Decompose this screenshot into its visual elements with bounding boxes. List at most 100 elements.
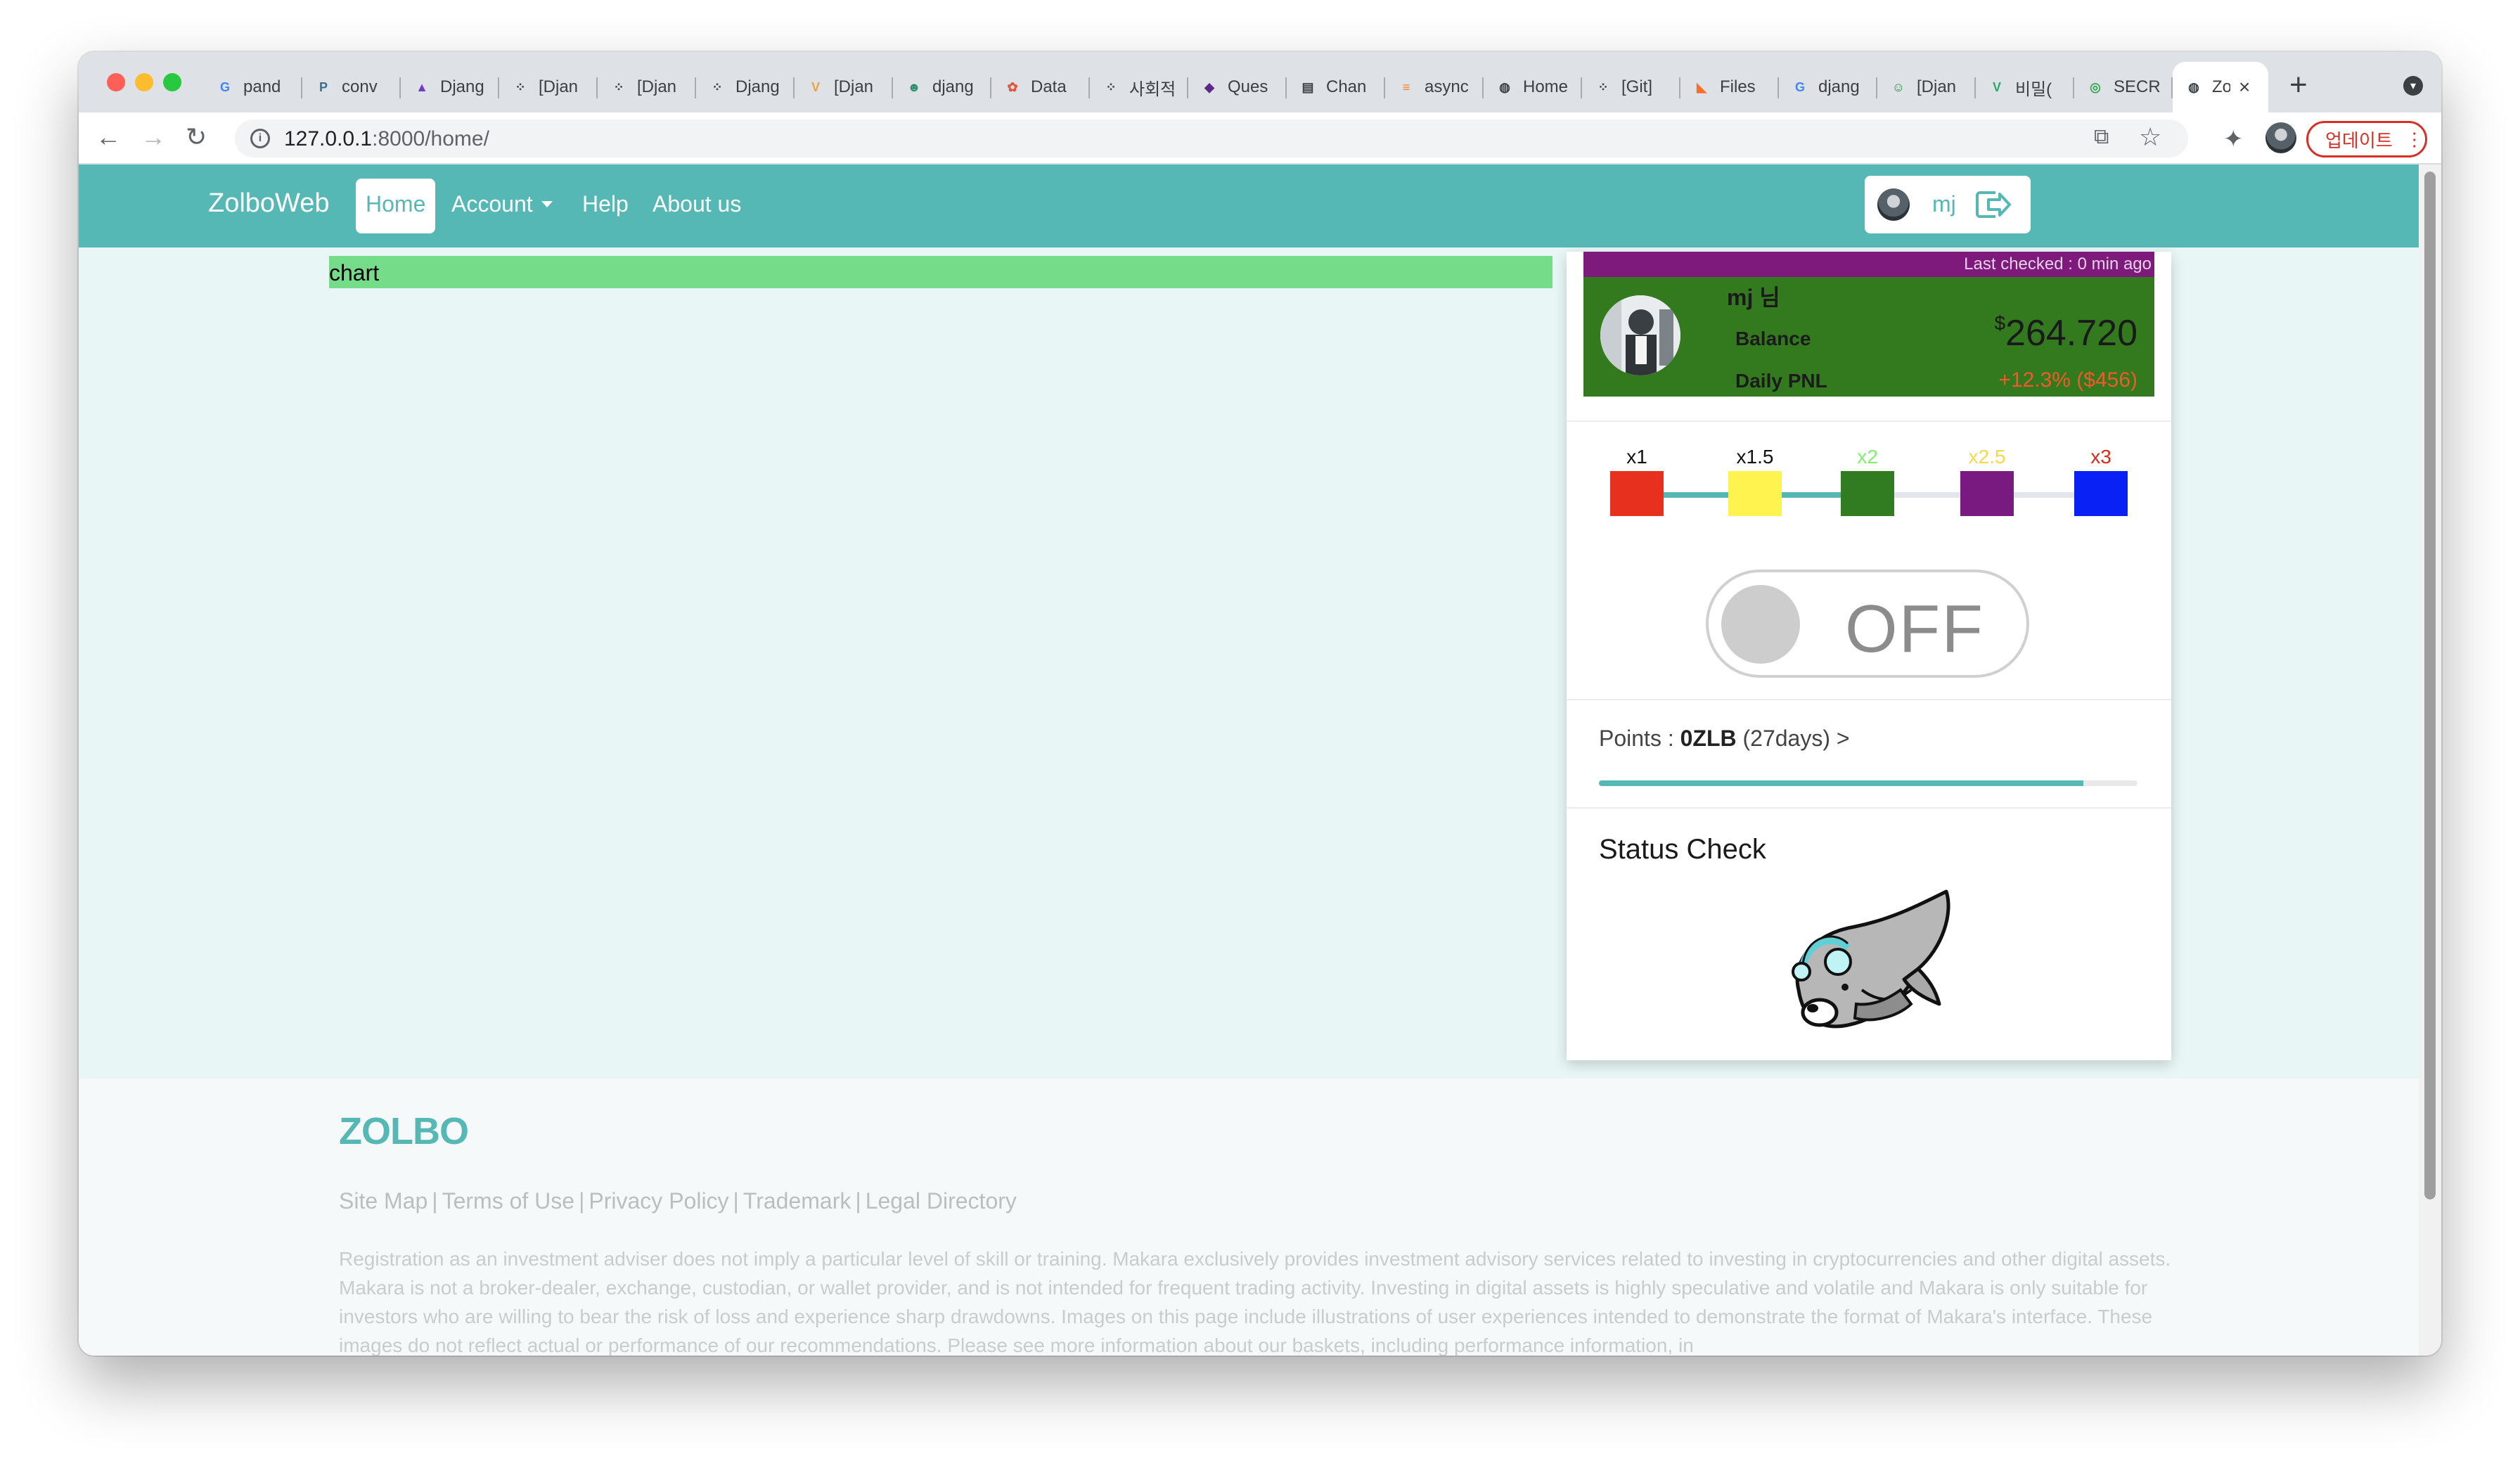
browser-tab[interactable]: ◍ Home (1484, 62, 1582, 112)
leverage-label: x2 (1857, 446, 1878, 468)
minimize-window-button[interactable] (135, 73, 153, 91)
bot-toggle[interactable]: OFF (1706, 569, 2029, 678)
user-name: mj (1932, 191, 1956, 217)
tab-title: djang (932, 77, 974, 96)
browser-tab[interactable]: ⁘ 사회적 (1090, 62, 1188, 112)
browser-tab[interactable]: ◆ Ques (1188, 62, 1287, 112)
toggle-label: OFF (1845, 591, 1984, 667)
google-icon: G (1794, 79, 1805, 94)
browser-tab[interactable]: Gdjang (1779, 62, 1877, 112)
tab-title: [Djan (637, 77, 677, 96)
address-bar[interactable]: i 127.0.0.1:8000/home/ ⧉ ☆ (235, 120, 2188, 157)
leverage-option[interactable] (2074, 471, 2128, 516)
reload-icon[interactable]: ↻ (186, 122, 207, 152)
nav-account[interactable]: Account (451, 191, 553, 217)
tab-title: djang (1818, 77, 1860, 96)
page-scrollbar[interactable] (2419, 165, 2441, 1356)
leverage-option[interactable] (1841, 471, 1894, 516)
leverage-option[interactable] (1610, 471, 1664, 516)
footer-disclaimer: Registration as an investment adviser do… (339, 1248, 2171, 1356)
footer-logo[interactable]: ZOLBO (339, 1109, 469, 1153)
leverage-option[interactable] (1960, 471, 2014, 516)
browser-tab[interactable]: ◎ SECR (2074, 62, 2173, 112)
account-card: Last checked : 0 min ago mj 님 Balance Da… (1567, 252, 2171, 1060)
site-info-icon[interactable]: i (250, 129, 270, 148)
nav-help[interactable]: Help (582, 191, 629, 217)
page-viewport: ZolboWeb Home Account Help About us mj c… (79, 165, 2419, 1356)
browser-tab[interactable]: ⁘ [Djan (598, 62, 696, 112)
footer-link-separator: | (579, 1188, 585, 1214)
nav-about[interactable]: About us (652, 191, 741, 217)
scrollbar-thumb[interactable] (2424, 172, 2436, 1199)
tab-title: Zo (2212, 77, 2230, 96)
browser-tab[interactable]: ☺ [Djan (1877, 62, 1976, 112)
footer-link[interactable]: Site Map (339, 1188, 428, 1214)
browser-tab[interactable]: ☻ djang (893, 62, 991, 112)
footer-link[interactable]: Terms of Use (442, 1188, 574, 1214)
close-tab-icon[interactable]: × (2239, 76, 2250, 98)
site-brand[interactable]: ZolboWeb (208, 188, 330, 219)
tab-title: Home (1523, 77, 1569, 96)
dots-icon: ⁘ (712, 79, 723, 94)
balance-label: Balance (1735, 328, 1811, 349)
doc-icon: ▤ (1301, 79, 1314, 94)
browser-tab[interactable]: ⁘ [Git] (1582, 62, 1680, 112)
sunglasses-icon: ☻ (907, 79, 921, 94)
browser-tab[interactable]: ▤ Chan (1287, 62, 1385, 112)
tab-title: 사회적 (1129, 79, 1176, 99)
browser-tab[interactable]: ≡ async (1385, 62, 1484, 112)
url-host: 127.0.0.1 (284, 127, 373, 150)
leverage-track (2014, 492, 2074, 498)
browser-tab-active[interactable]: ◍ Zo × (2173, 62, 2268, 112)
update-button[interactable]: 업데이트 ⋮ (2306, 121, 2427, 157)
close-window-button[interactable] (107, 73, 125, 91)
browser-tab[interactable]: V [Djan (795, 62, 893, 112)
footer-link-separator: | (733, 1188, 739, 1214)
profile-avatar[interactable] (2265, 122, 2296, 153)
flower-icon: ✿ (1007, 79, 1018, 94)
user-menu[interactable]: mj (1865, 176, 2031, 233)
footer-link[interactable]: Privacy Policy (589, 1188, 728, 1214)
tab-title: Ques (1228, 77, 1268, 96)
forward-icon[interactable]: → (141, 122, 166, 152)
back-icon[interactable]: ← (96, 122, 121, 152)
browser-tab[interactable]: Gpand (204, 62, 302, 112)
points-suffix: (27days) > (1736, 726, 1850, 751)
dots-icon: ⁘ (1598, 79, 1609, 94)
nav-home[interactable]: Home (356, 179, 436, 233)
browser-tab[interactable]: V 비밀( (1976, 62, 2074, 112)
leverage-option[interactable] (1728, 471, 1782, 516)
browser-tab[interactable]: ◣ Files (1680, 62, 1779, 112)
last-checked-text: Last checked : 0 min ago (1964, 255, 2152, 273)
browser-tab[interactable]: ▲ Djang (401, 62, 499, 112)
bookmark-star-icon[interactable]: ☆ (2139, 122, 2161, 152)
points-link[interactable]: Points : 0ZLB (27days) > (1599, 726, 1850, 752)
tab-title: 비밀( (2015, 79, 2052, 99)
tab-strip: Gpand Pconv ▲ Djang ⁘ [Djan ⁘ [Djan ⁘ Djang V [Djan… (79, 52, 2441, 112)
python-icon: P (319, 79, 328, 94)
points-value: 0ZLB (1680, 726, 1737, 751)
browser-tab[interactable]: ⁘ Djang (696, 62, 795, 112)
logout-icon[interactable] (1974, 188, 2012, 221)
translate-icon[interactable]: ⧉ (2094, 125, 2109, 149)
user-avatar (1877, 188, 1910, 221)
browser-tab[interactable]: ✿ Data (991, 62, 1090, 112)
tab-title: pand (243, 77, 281, 96)
browser-tab[interactable]: ⁘ [Djan (499, 62, 598, 112)
new-tab-button[interactable]: + (2289, 67, 2308, 103)
nav-account-label: Account (451, 191, 533, 217)
leverage-label: x2.5 (1968, 446, 2006, 468)
status-check-title: Status Check (1599, 834, 1766, 865)
progress-fill (1599, 780, 2084, 786)
tab-title: [Git] (1621, 77, 1653, 96)
footer-link[interactable]: Trademark (743, 1188, 851, 1214)
site-navbar: ZolboWeb Home Account Help About us mj (79, 165, 2419, 247)
zoom-window-button[interactable] (163, 73, 181, 91)
bird-icon: ◆ (1204, 79, 1214, 94)
points-prefix: Points : (1599, 726, 1680, 751)
extensions-icon[interactable]: ✦ (2223, 125, 2244, 153)
tab-search-icon[interactable]: ▾ (2403, 76, 2423, 96)
footer-link[interactable]: Legal Directory (866, 1188, 1017, 1214)
browser-tab[interactable]: Pconv (302, 62, 401, 112)
url-text[interactable]: 127.0.0.1:8000/home/ (284, 127, 489, 151)
